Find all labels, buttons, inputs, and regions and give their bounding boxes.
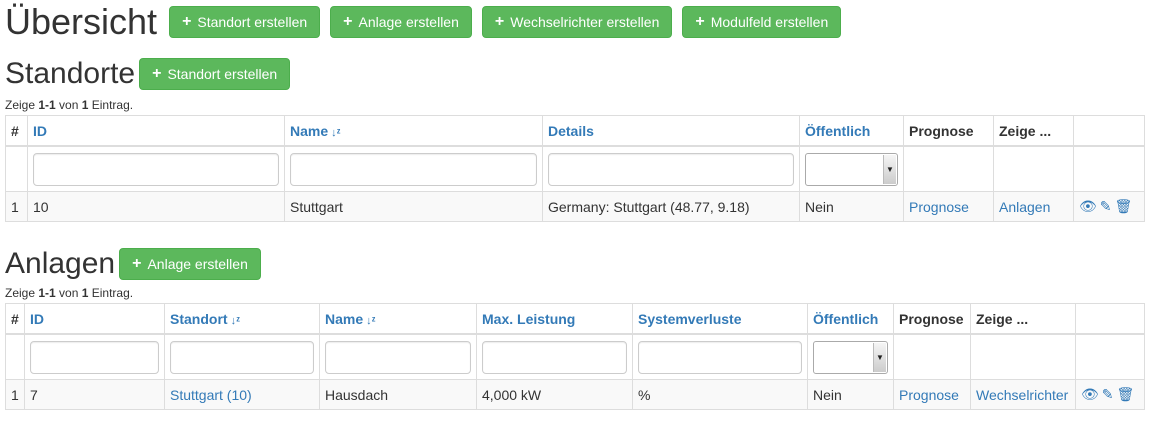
create-inverter-button[interactable]: + Wechselrichter erstellen (481, 6, 673, 38)
filter-row: ▼ (5, 333, 1145, 380)
row-actions: 👁 ✎ 🗑 (1075, 379, 1145, 410)
page: Übersicht + Standort erstellen + Anlage … (0, 0, 1151, 410)
column-header-public[interactable]: Öffentlich (799, 115, 904, 147)
row-actions: 👁 ✎ 🗑 (1073, 191, 1145, 222)
plus-icon: + (695, 13, 705, 30)
column-header-id[interactable]: ID (24, 303, 165, 335)
anlagen-title: Anlagen (5, 247, 116, 280)
create-plant-button-section[interactable]: + Anlage erstellen (119, 248, 261, 280)
column-header-location[interactable]: Standort ↓ᶻ (164, 303, 320, 335)
plus-icon: + (152, 65, 162, 82)
anlagen-summary: Zeige 1-1 von 1 Eintrag. (5, 286, 134, 300)
pencil-icon[interactable]: ✎ (1102, 386, 1114, 402)
forecast-link[interactable]: Prognose (899, 387, 959, 403)
column-header-actions (1073, 115, 1145, 147)
chevron-down-icon: ▼ (883, 154, 896, 184)
eye-icon[interactable]: 👁 (1079, 198, 1097, 214)
column-header-show: Zeige ... (970, 303, 1076, 335)
filter-public-select[interactable]: ▼ (805, 152, 898, 186)
filter-losses-input[interactable] (638, 340, 802, 374)
column-header-actions (1075, 303, 1145, 335)
anlagen-table: # ID Standort ↓ᶻ Name ↓ᶻ Max. Leistung Sys… (5, 303, 1145, 410)
filter-power-input[interactable] (482, 340, 627, 374)
location-link[interactable]: Stuttgart (10) (170, 387, 252, 403)
sort-icon: ↓ᶻ (230, 314, 241, 327)
show-plants-link[interactable]: Anlagen (999, 199, 1050, 215)
filter-id-input[interactable] (30, 340, 159, 374)
anlagen-header: Anlagen + Anlage erstellen (5, 244, 1151, 284)
column-header-forecast: Prognose (903, 115, 994, 147)
column-header-power[interactable]: Max. Leistung (476, 303, 633, 335)
pencil-icon[interactable]: ✎ (1100, 198, 1112, 214)
filter-name-input[interactable] (290, 152, 537, 186)
chevron-down-icon: ▼ (873, 342, 886, 372)
column-header-forecast: Prognose (893, 303, 971, 335)
sort-icon: ↓ᶻ (331, 126, 341, 139)
standorte-summary: Zeige 1-1 von 1 Eintrag. (5, 98, 134, 112)
standorte-title: Standorte (5, 57, 136, 90)
standorte-table: # ID Name ↓ᶻ Details Öffentlich Prognose … (5, 115, 1145, 222)
page-title: Übersicht (5, 1, 158, 42)
column-header-id[interactable]: ID (27, 115, 285, 147)
create-module-field-button[interactable]: + Modulfeld erstellen (682, 6, 842, 38)
column-header-name[interactable]: Name ↓ᶻ (319, 303, 477, 335)
filter-name-input[interactable] (325, 340, 471, 374)
filter-details-input[interactable] (548, 152, 794, 186)
table-row: 1 10 Stuttgart Germany: Stuttgart (48.77… (5, 191, 1145, 222)
sort-icon: ↓ᶻ (366, 314, 376, 327)
table-header-row: # ID Name ↓ᶻ Details Öffentlich Prognose … (5, 115, 1145, 147)
standorte-header: Standorte + Standort erstellen (5, 52, 1151, 96)
eye-icon[interactable]: 👁 (1081, 386, 1099, 402)
filter-row: ▼ (5, 145, 1145, 192)
plus-icon: + (132, 255, 142, 272)
trash-icon[interactable]: 🗑 (1117, 386, 1135, 402)
column-header-losses[interactable]: Systemverluste (632, 303, 808, 335)
table-row: 1 7 Stuttgart (10) Hausdach 4,000 kW % N… (5, 379, 1145, 410)
forecast-link[interactable]: Prognose (909, 199, 969, 215)
column-header-public[interactable]: Öffentlich (807, 303, 894, 335)
column-header-num: # (5, 303, 25, 335)
filter-location-input[interactable] (170, 340, 314, 374)
filter-id-input[interactable] (33, 152, 279, 186)
create-plant-button[interactable]: + Anlage erstellen (330, 6, 472, 38)
column-header-name[interactable]: Name ↓ᶻ (284, 115, 543, 147)
column-header-show: Zeige ... (993, 115, 1074, 147)
create-location-button[interactable]: + Standort erstellen (169, 6, 321, 38)
create-location-button-section[interactable]: + Standort erstellen (139, 58, 291, 90)
plus-icon: + (182, 13, 192, 30)
filter-public-select[interactable]: ▼ (813, 340, 888, 374)
column-header-num: # (5, 115, 28, 147)
plus-icon: + (343, 13, 353, 30)
table-header-row: # ID Standort ↓ᶻ Name ↓ᶻ Max. Leistung Sys… (5, 303, 1145, 335)
column-header-details[interactable]: Details (542, 115, 800, 147)
trash-icon[interactable]: 🗑 (1115, 198, 1133, 214)
show-inverters-link[interactable]: Wechselrichter (976, 387, 1068, 403)
plus-icon: + (494, 13, 505, 30)
overview-header: Übersicht + Standort erstellen + Anlage … (5, 0, 1151, 44)
